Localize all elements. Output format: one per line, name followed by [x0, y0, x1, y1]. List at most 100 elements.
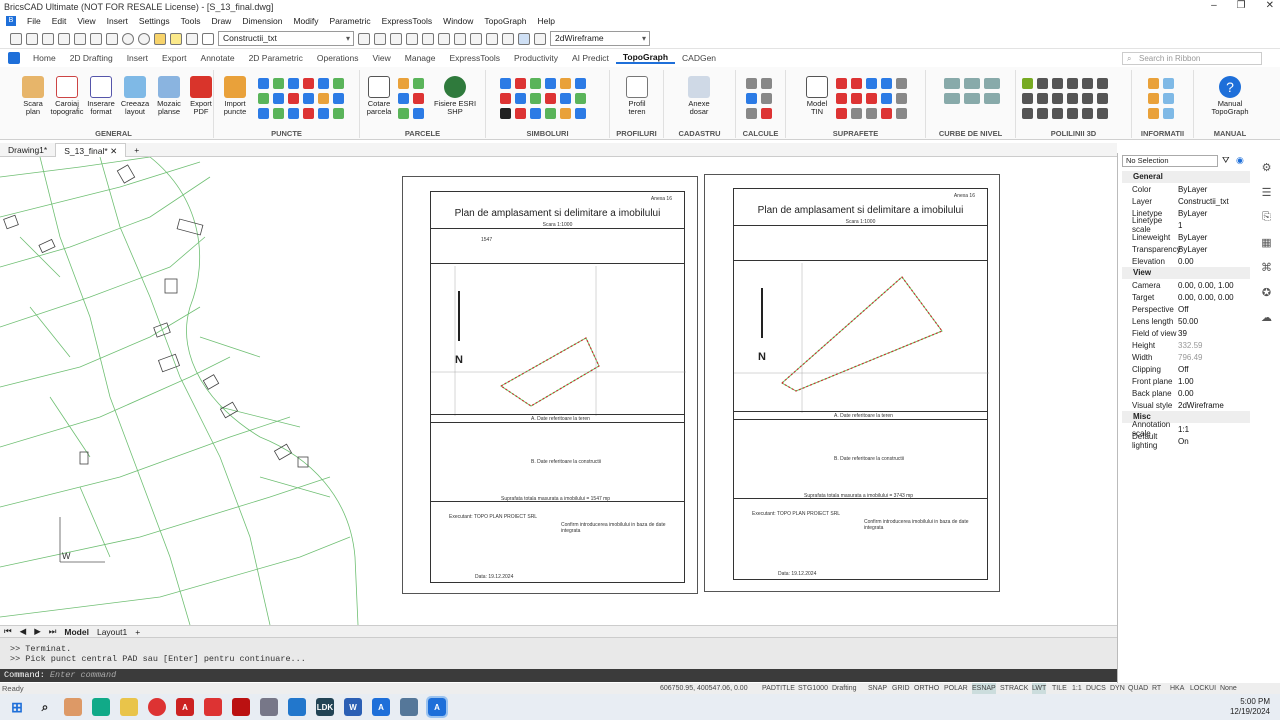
status-quad[interactable]: QUAD — [1128, 683, 1148, 694]
prop-row[interactable]: Front plane 1.00 — [1122, 375, 1250, 387]
surface-icon[interactable] — [851, 108, 862, 119]
prop-row[interactable]: Perspective Off — [1122, 303, 1250, 315]
tab-model[interactable]: Model — [64, 627, 89, 637]
open-file-icon[interactable] — [26, 32, 38, 45]
tab-cadgen[interactable]: CADGen — [675, 53, 723, 63]
inserare-format-button[interactable]: Inserare format — [84, 76, 118, 116]
menu-parametric[interactable]: Parametric — [330, 16, 371, 26]
status-rt[interactable]: RT — [1152, 683, 1161, 694]
model-tin-button[interactable]: Model TIN — [800, 76, 834, 116]
symbol-icon[interactable] — [575, 93, 586, 104]
attach-icon[interactable]: ⎘ — [1262, 211, 1271, 224]
layer-off-icon[interactable] — [406, 32, 418, 45]
symbol-icon[interactable] — [500, 78, 511, 89]
prop-row[interactable]: Elevation 0.00 — [1122, 255, 1250, 267]
tab-2d-parametric[interactable]: 2D Parametric — [242, 53, 310, 63]
status-strack[interactable]: STRACK — [1000, 683, 1028, 694]
symbol-icon[interactable] — [575, 108, 586, 119]
prop-row[interactable]: Back plane 0.00 — [1122, 387, 1250, 399]
symbol-icon[interactable] — [560, 78, 571, 89]
vscode-icon[interactable] — [288, 698, 306, 716]
surface-icon[interactable] — [866, 108, 877, 119]
symbol-icon[interactable] — [515, 108, 526, 119]
prop-row[interactable]: Field of view 39 — [1122, 327, 1250, 339]
new-tab-plus-icon[interactable]: + — [126, 143, 147, 157]
search-taskbar-icon[interactable]: ⌕ — [36, 698, 54, 716]
cloud-icon[interactable]: ☁ — [1261, 311, 1272, 324]
menu-expresstools[interactable]: ExpressTools — [382, 16, 433, 26]
status-stg1000[interactable]: STG1000 — [798, 683, 828, 694]
menu-window[interactable]: Window — [443, 16, 473, 26]
autocad-icon[interactable]: A — [176, 698, 194, 716]
properties-panel-icon[interactable]: ⚙ — [1262, 161, 1272, 174]
tab-productivity[interactable]: Productivity — [507, 53, 565, 63]
symbol-icon[interactable] — [545, 93, 556, 104]
prop-row[interactable]: Visual style 2dWireframe — [1122, 399, 1250, 411]
prop-row[interactable]: Target 0.00, 0.00, 0.00 — [1122, 291, 1250, 303]
ldk-icon[interactable]: LDK — [316, 698, 334, 716]
chrome-icon[interactable] — [148, 698, 166, 716]
windows-start-icon[interactable]: ⊞ — [8, 698, 26, 716]
polyline-icon[interactable] — [1022, 108, 1033, 119]
contour-icon[interactable] — [944, 78, 960, 89]
prop-row[interactable]: Transparency ByLayer — [1122, 243, 1250, 255]
point-tool-icon[interactable] — [303, 108, 314, 119]
pdf-reader-icon[interactable] — [204, 698, 222, 716]
tab-expresstools[interactable]: ExpressTools — [442, 53, 507, 63]
export-pdf-button[interactable]: Export PDF — [184, 76, 218, 116]
calc-icon[interactable] — [761, 108, 772, 119]
ribbon-search-input[interactable]: ⌕ Search in Ribbon — [1122, 52, 1262, 65]
prop-row[interactable]: Height 332.59 — [1122, 339, 1250, 351]
status-lockui[interactable]: LOCKUI — [1190, 683, 1216, 694]
point-tool-icon[interactable] — [303, 93, 314, 104]
surface-icon[interactable] — [896, 108, 907, 119]
restore-icon[interactable]: ❐ — [1237, 0, 1246, 11]
tab-view[interactable]: View — [365, 53, 397, 63]
polyline-icon[interactable] — [1022, 93, 1033, 104]
status-esnap[interactable]: ESNAP — [972, 683, 996, 694]
visibility-icon[interactable]: ◉ — [1236, 155, 1244, 166]
layers-icon[interactable]: ☰ — [1262, 186, 1272, 199]
structure-icon[interactable]: ⌘ — [1261, 261, 1272, 274]
point-tool-icon[interactable] — [273, 93, 284, 104]
polyline-icon[interactable] — [1082, 78, 1093, 89]
anexe-dosar-button[interactable]: Anexe dosar — [682, 76, 716, 116]
symbol-icon[interactable] — [500, 108, 511, 119]
calc-icon[interactable] — [761, 78, 772, 89]
symbol-icon[interactable] — [530, 78, 541, 89]
polyline-icon[interactable] — [1097, 108, 1108, 119]
contour-icon[interactable] — [964, 93, 980, 104]
surface-icon[interactable] — [881, 108, 892, 119]
close-icon[interactable]: ✕ — [1266, 0, 1274, 11]
polyline-icon[interactable] — [1052, 93, 1063, 104]
symbol-icon[interactable] — [560, 93, 571, 104]
status-drafting[interactable]: Drafting — [832, 683, 857, 694]
bricscad-active-icon[interactable]: A — [426, 696, 448, 718]
render-icon[interactable] — [486, 32, 498, 45]
prop-row[interactable]: Lineweight ByLayer — [1122, 231, 1250, 243]
layer-isolate-icon[interactable] — [390, 32, 402, 45]
status-hka[interactable]: HKA — [1170, 683, 1184, 694]
add-layout-plus-icon[interactable]: + — [135, 627, 140, 637]
point-tool-icon[interactable] — [288, 78, 299, 89]
menu-view[interactable]: View — [77, 16, 95, 26]
contour-icon[interactable] — [984, 78, 1000, 89]
tab-home[interactable]: Home — [26, 53, 63, 63]
info-icon[interactable] — [1163, 108, 1174, 119]
drawing-canvas[interactable]: W Anexa 16 Plan de amplasament si delimi… — [0, 157, 1117, 625]
point-tool-icon[interactable] — [288, 93, 299, 104]
point-tool-icon[interactable] — [273, 108, 284, 119]
parcel-tool-icon[interactable] — [398, 78, 409, 89]
prop-row[interactable]: Layer Constructii_txt — [1122, 195, 1250, 207]
caroiaj-button[interactable]: Caroiaj topografic — [50, 76, 84, 116]
fisiere-esri-button[interactable]: Fisiere ESRI SHP — [432, 76, 478, 116]
parcel-tool-icon[interactable] — [398, 108, 409, 119]
prop-row[interactable]: Default lighting On — [1122, 432, 1250, 450]
parcel-tool-icon[interactable] — [413, 108, 424, 119]
sun-icon[interactable] — [170, 32, 182, 45]
surface-icon[interactable] — [836, 93, 847, 104]
calc-icon[interactable] — [746, 93, 757, 104]
symbol-icon[interactable] — [530, 108, 541, 119]
surface-icon[interactable] — [881, 93, 892, 104]
general-header[interactable]: General — [1122, 171, 1250, 183]
